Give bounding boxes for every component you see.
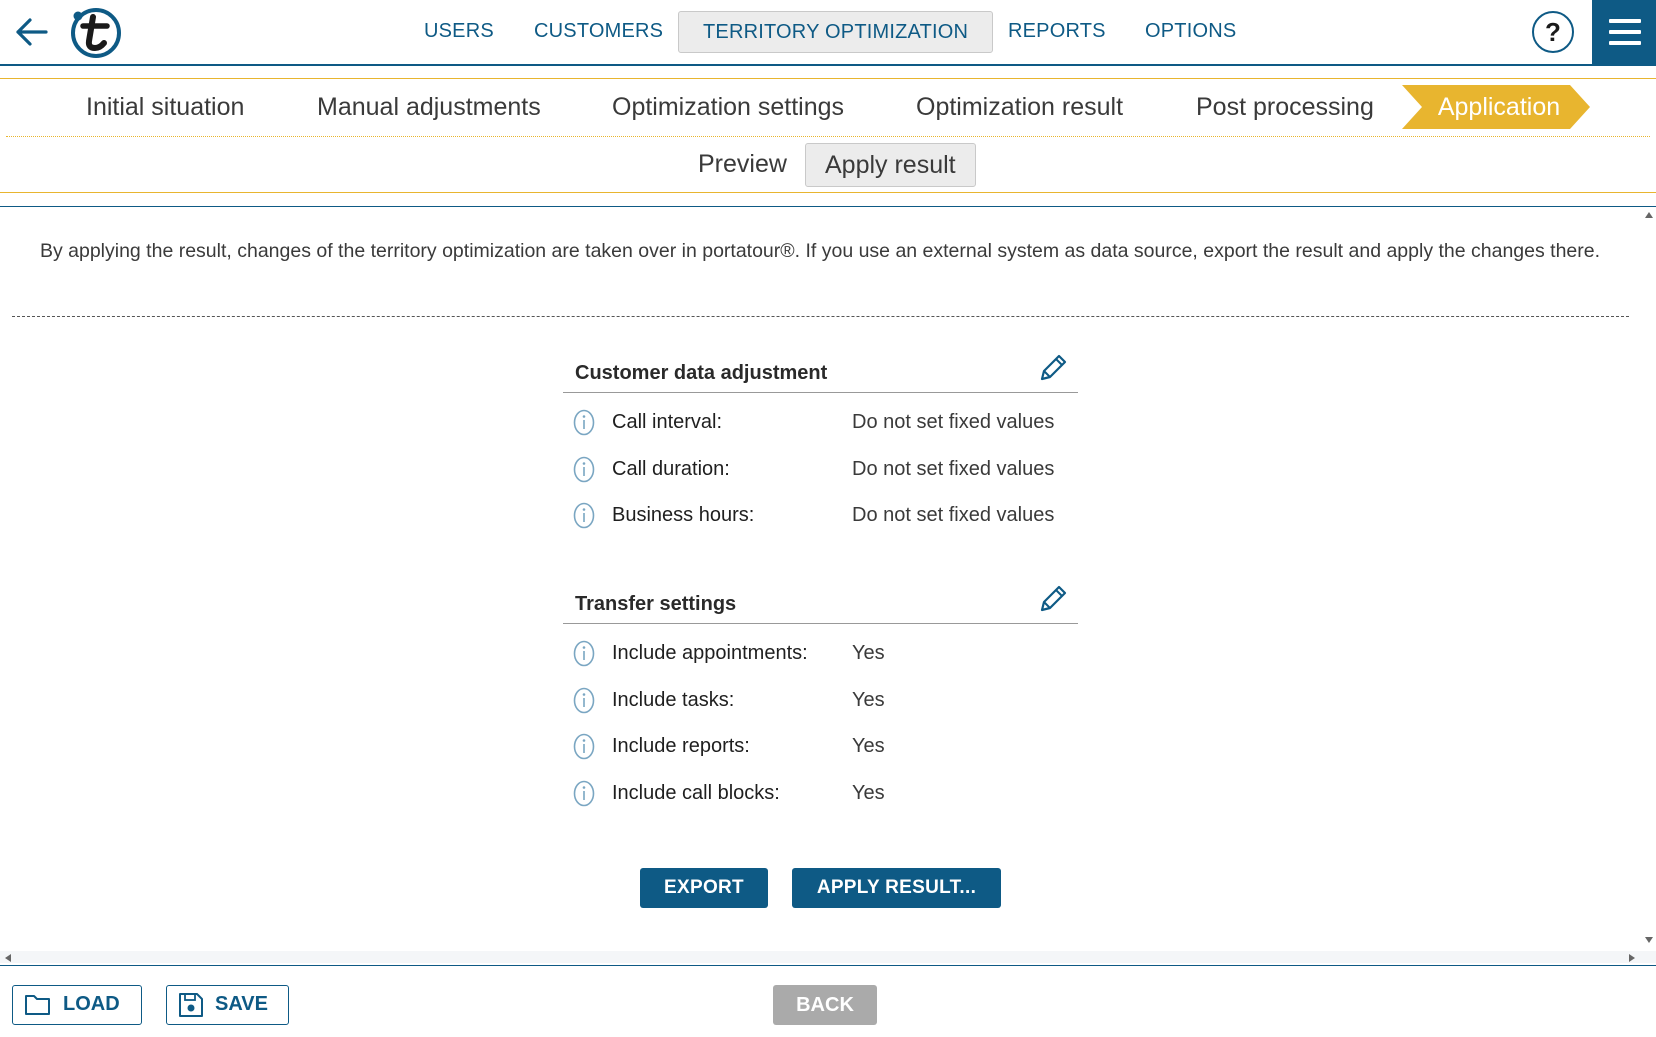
nav-territory-optimization[interactable]: TERRITORY OPTIMIZATION: [678, 11, 994, 53]
subtab-preview[interactable]: Preview: [698, 143, 787, 185]
floppy-disk-icon: [179, 993, 203, 1017]
scroll-down-arrow-icon[interactable]: [1644, 936, 1654, 944]
field-label: Call interval:: [612, 411, 723, 433]
list-item: Include appointments: Yes: [563, 630, 1078, 677]
scroll-left-arrow-icon[interactable]: [4, 953, 12, 963]
steps-divider: [6, 136, 1650, 137]
scroll-up-arrow-icon[interactable]: [1644, 211, 1654, 219]
nav-reports[interactable]: REPORTS: [1008, 11, 1106, 51]
apply-result-button[interactable]: APPLY RESULT...: [792, 868, 1001, 908]
pencil-icon[interactable]: [1037, 352, 1069, 384]
info-icon[interactable]: [573, 640, 595, 667]
step-optimization-result[interactable]: Optimization result: [916, 87, 1123, 127]
field-label: Include reports:: [612, 735, 750, 757]
steps-bottom-border: [0, 192, 1656, 193]
customer-data-section: Customer data adjustment Call interval: …: [563, 352, 1078, 539]
nav-options[interactable]: OPTIONS: [1145, 11, 1236, 51]
field-value: Do not set fixed values: [852, 457, 1055, 480]
portatour-logo: [71, 8, 121, 58]
step-post-processing[interactable]: Post processing: [1196, 87, 1374, 127]
info-icon[interactable]: [573, 456, 595, 483]
back-arrow-icon[interactable]: [10, 12, 54, 52]
field-value: Do not set fixed values: [852, 411, 1055, 433]
field-value: Yes: [852, 642, 885, 664]
customer-data-header: Customer data adjustment: [563, 352, 1078, 393]
field-label: Business hours:: [612, 504, 755, 526]
field-label: Include tasks:: [612, 688, 735, 711]
pencil-icon[interactable]: [1037, 583, 1069, 615]
field-value: Yes: [852, 735, 885, 757]
info-icon[interactable]: [573, 687, 595, 714]
steps-top-border: [0, 78, 1656, 79]
nav-customers[interactable]: CUSTOMERS: [534, 11, 663, 51]
back-button: BACK: [773, 985, 877, 1025]
export-button[interactable]: EXPORT: [640, 868, 768, 908]
step-application-label: Application: [1437, 93, 1561, 121]
field-value: Yes: [852, 781, 885, 804]
step-manual-adjustments[interactable]: Manual adjustments: [317, 87, 541, 127]
help-icon[interactable]: ?: [1532, 11, 1574, 53]
step-optimization-settings[interactable]: Optimization settings: [612, 87, 844, 127]
list-item: Include reports: Yes: [563, 723, 1078, 770]
intro-divider: [12, 316, 1629, 317]
section-title: Transfer settings: [575, 593, 737, 615]
folder-icon: [25, 995, 50, 1015]
transfer-settings-section: Transfer settings Include appointments: …: [563, 583, 1078, 816]
list-item: Include tasks: Yes: [563, 677, 1078, 724]
load-button-label: LOAD: [63, 993, 120, 1015]
info-icon[interactable]: [573, 780, 595, 807]
step-initial-situation[interactable]: Initial situation: [86, 87, 244, 127]
nav-users[interactable]: USERS: [424, 11, 494, 51]
info-icon[interactable]: [573, 733, 595, 760]
field-value: Yes: [852, 688, 885, 711]
list-item: Call interval: Do not set fixed values: [563, 399, 1078, 446]
hamburger-menu-icon[interactable]: [1592, 0, 1656, 64]
content-top-border: [0, 206, 1656, 207]
intro-text: By applying the result, changes of the t…: [39, 240, 1601, 262]
load-button[interactable]: LOAD: [12, 985, 142, 1025]
list-item: Call duration: Do not set fixed values: [563, 446, 1078, 493]
field-label: Include appointments:: [612, 642, 808, 664]
subtab-apply-result[interactable]: Apply result: [805, 143, 976, 187]
list-item: Business hours: Do not set fixed values: [563, 492, 1078, 539]
scroll-right-arrow-icon[interactable]: [1628, 953, 1636, 963]
horizontal-scrollbar[interactable]: [0, 951, 1656, 963]
transfer-settings-header: Transfer settings: [563, 583, 1078, 624]
section-title: Customer data adjustment: [575, 362, 828, 384]
save-button[interactable]: SAVE: [166, 985, 289, 1025]
save-button-label: SAVE: [215, 993, 268, 1015]
field-value: Do not set fixed values: [852, 504, 1055, 526]
list-item: Include call blocks: Yes: [563, 770, 1078, 817]
info-icon[interactable]: [573, 409, 595, 436]
field-label: Include call blocks:: [612, 781, 780, 804]
top-header: USERS CUSTOMERS TERRITORY OPTIMIZATION R…: [0, 0, 1656, 66]
footer-border: [0, 965, 1656, 966]
info-icon[interactable]: [573, 502, 595, 529]
field-label: Call duration:: [612, 457, 730, 480]
step-application[interactable]: Application: [1402, 85, 1590, 129]
